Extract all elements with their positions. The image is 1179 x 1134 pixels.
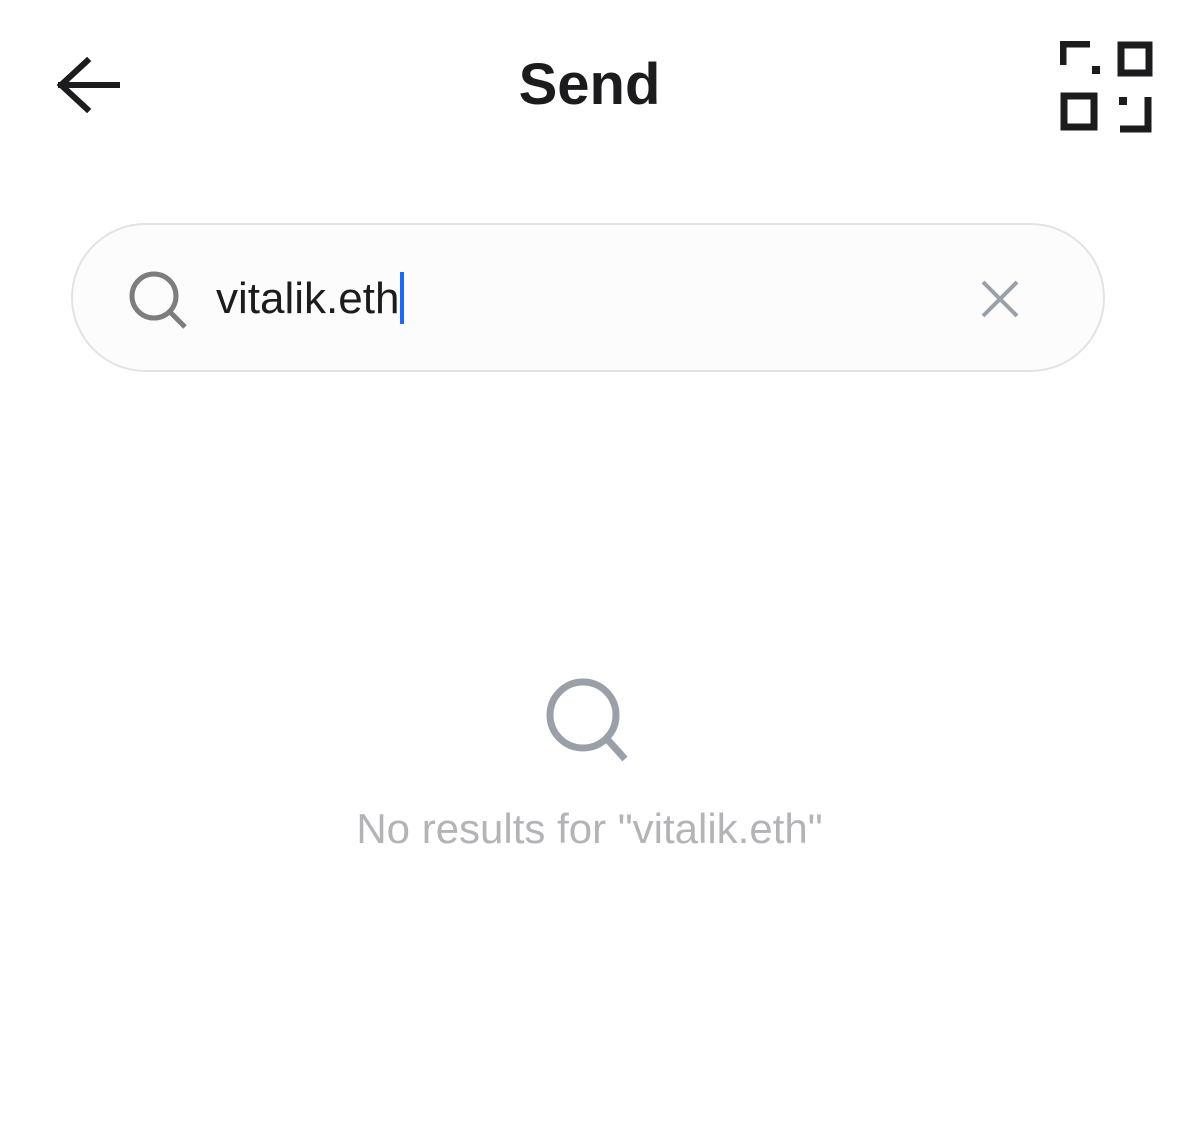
qr-scan-button[interactable]: [1050, 30, 1164, 144]
search-input-value: vitalik.eth: [216, 274, 400, 323]
page-title: Send: [518, 52, 661, 117]
empty-state: No results for "vitalik.eth": [0, 675, 1179, 857]
search-icon: [546, 678, 628, 762]
no-results-message: No results for "vitalik.eth": [356, 805, 823, 852]
header: Send: [0, 0, 1179, 170]
close-icon: [981, 280, 1019, 318]
search-icon: [129, 271, 187, 329]
search-input[interactable]: vitalik.eth: [216, 263, 405, 335]
clear-search-button[interactable]: [968, 267, 1032, 331]
back-button[interactable]: [40, 40, 136, 130]
search-bar: vitalik.eth: [71, 223, 1105, 372]
qr-scan-icon: [1060, 41, 1153, 133]
arrow-left-icon: [56, 57, 120, 113]
text-caret: [400, 272, 405, 325]
